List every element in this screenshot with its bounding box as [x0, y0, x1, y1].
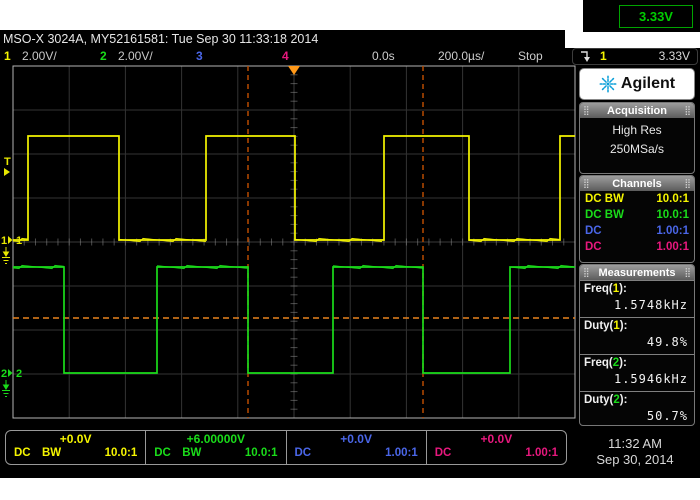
measurement-row-freq1: Freq(1): 1.5748kHz	[580, 280, 694, 317]
ch1-bw-limit: BW	[42, 447, 61, 459]
trigger-status-group: 1 3.33V	[572, 48, 698, 65]
brand-panel: Agilent	[579, 68, 695, 100]
sample-rate: 250MSa/s	[580, 142, 694, 156]
ch2-vertical-scale: 2.00V/	[118, 49, 153, 63]
ch4-coupling: DC	[585, 241, 602, 253]
ch3-probe-ratio: 1.00:1	[656, 225, 689, 237]
channels-panel: ⣿ Channels ⣿ DC BW 10.0:1 DC BW 10.0:1 D…	[579, 175, 695, 263]
ch3-coupling-readout: DC	[295, 447, 312, 459]
trigger-source: 1	[600, 49, 607, 63]
acquisition-panel-header[interactable]: ⣿ Acquisition ⣿	[580, 103, 694, 118]
ch2-bw-limit: BW	[182, 447, 201, 459]
clock: 11:32 AM Sep 30, 2014	[572, 436, 698, 468]
ch1-readout-box[interactable]: +0.0V DC BW 10.0:1	[6, 431, 145, 464]
channels-panel-title: Channels	[590, 178, 685, 190]
clock-time: 11:32 AM	[572, 436, 698, 452]
ch1-offset: +0.0V	[6, 432, 145, 446]
sidebar: Agilent ⣿ Acquisition ⣿ High Res 250MSa/…	[577, 66, 698, 426]
brand-name: Agilent	[621, 75, 675, 93]
ch2-probe-ratio: 10.0:1	[656, 209, 689, 221]
measurement-row-duty1: Duty(1): 49.8%	[580, 317, 694, 354]
channel-row-1: DC BW 10.0:1	[580, 191, 694, 207]
ch2-probe-readout: 10.0:1	[245, 447, 278, 459]
falling-edge-trigger-icon	[580, 50, 594, 63]
acquisition-mode: High Res	[580, 123, 694, 137]
ch1-number: 1	[4, 49, 11, 63]
ch1-coupling: DC BW	[585, 193, 624, 205]
measurement-row-duty2: Duty(2): 50.7%	[580, 391, 694, 426]
trigger-level-readout: 3.33V	[659, 49, 690, 63]
window-title: MSO-X 3024A, MY52161581: Tue Sep 30 11:3…	[0, 30, 565, 48]
ch2-readout-box[interactable]: +6.00000V DC BW 10.0:1	[145, 431, 285, 464]
ch1-vertical-scale: 2.00V/	[22, 49, 57, 63]
trigger-level-marker-arrow[interactable]	[4, 168, 10, 176]
ch4-coupling-readout: DC	[435, 447, 452, 459]
channel-2-noise	[333, 265, 423, 268]
agilent-logo-icon	[599, 75, 617, 93]
ch1-probe-ratio: 10.0:1	[656, 193, 689, 205]
panel-grip-icon: ⣿	[684, 179, 691, 188]
ch1-ground-icon	[2, 247, 10, 264]
scope-screenshot-page: 3.33V MSO-X 3024A, MY52161581: Tue Sep 3…	[0, 0, 700, 500]
panel-grip-icon: ⣿	[684, 268, 691, 277]
measurements-panel: ⣿ Measurements ⣿ Freq(1): 1.5748kHz Duty…	[579, 264, 695, 426]
freq1-value: 1.5748kHz	[614, 298, 688, 312]
clock-date: Sep 30, 2014	[572, 452, 698, 468]
waveform-plot-area: T 1 1 2 2	[0, 64, 577, 428]
trigger-level-badge-value: 3.33V	[619, 5, 693, 28]
panel-grip-icon: ⣿	[583, 106, 590, 115]
ch2-ground-icon	[2, 380, 10, 397]
ch1-probe-readout: 10.0:1	[105, 447, 138, 459]
horizontal-delay: 0.0s	[372, 49, 395, 63]
channel-2-noise	[157, 265, 247, 268]
ch3-number: 3	[196, 49, 203, 63]
duty1-value: 49.8%	[647, 335, 688, 349]
trigger-level-badge: 3.33V	[583, 0, 700, 32]
trigger-level-marker-label[interactable]: T	[4, 156, 11, 168]
ch2-ground-marker-arrow[interactable]	[8, 369, 13, 377]
ch2-trace-label: 2	[16, 368, 22, 380]
horizontal-scale: 200.0µs/	[438, 49, 484, 63]
ch2-number: 2	[100, 49, 107, 63]
ch4-probe-ratio: 1.00:1	[656, 241, 689, 253]
ch3-coupling: DC	[585, 225, 602, 237]
run-state: Stop	[518, 49, 543, 63]
freq2-value: 1.5946kHz	[614, 372, 688, 386]
acquisition-panel: ⣿ Acquisition ⣿ High Res 250MSa/s	[579, 102, 695, 174]
channel-row-2: DC BW 10.0:1	[580, 207, 694, 223]
ch2-offset: +6.00000V	[146, 432, 285, 446]
ch1-ground-marker-arrow[interactable]	[8, 236, 13, 244]
ch4-offset: +0.0V	[427, 432, 566, 446]
ch3-readout-box[interactable]: +0.0V DC 1.00:1	[286, 431, 426, 464]
ch3-offset: +0.0V	[287, 432, 426, 446]
ch4-probe-readout: 1.00:1	[525, 447, 558, 459]
measurements-panel-header[interactable]: ⣿ Measurements ⣿	[580, 265, 694, 280]
ch3-probe-readout: 1.00:1	[385, 447, 418, 459]
duty2-value: 50.7%	[647, 409, 688, 423]
ch1-trace-label: 1	[16, 235, 22, 247]
ch2-ground-marker-number[interactable]: 2	[1, 368, 7, 380]
status-bar: 1 2.00V/ 2 2.00V/ 3 4 0.0s 200.0µs/ Stop…	[0, 48, 700, 64]
panel-grip-icon: ⣿	[583, 268, 590, 277]
panel-grip-icon: ⣿	[583, 179, 590, 188]
measurements-panel-title: Measurements	[590, 267, 685, 279]
ch1-coupling-readout: DC	[14, 447, 31, 459]
panel-grip-icon: ⣿	[684, 106, 691, 115]
ch1-ground-marker-number[interactable]: 1	[1, 235, 7, 247]
ch4-readout-box[interactable]: +0.0V DC 1.00:1	[426, 431, 566, 464]
channel-readout-bar: +0.0V DC BW 10.0:1 +6.00000V DC BW 10.0:…	[5, 430, 567, 465]
ch4-number: 4	[282, 49, 289, 63]
scope-display: 1 2.00V/ 2 2.00V/ 3 4 0.0s 200.0µs/ Stop…	[0, 48, 700, 478]
channel-row-3: DC 1.00:1	[580, 223, 694, 239]
ch2-coupling-readout: DC	[154, 447, 171, 459]
ch2-coupling: DC BW	[585, 209, 624, 221]
measurement-row-freq2: Freq(2): 1.5946kHz	[580, 354, 694, 391]
trigger-position-marker[interactable]	[288, 66, 300, 75]
channels-panel-header[interactable]: ⣿ Channels ⣿	[580, 176, 694, 191]
acquisition-panel-title: Acquisition	[590, 105, 685, 117]
channel-row-4: DC 1.00:1	[580, 239, 694, 255]
